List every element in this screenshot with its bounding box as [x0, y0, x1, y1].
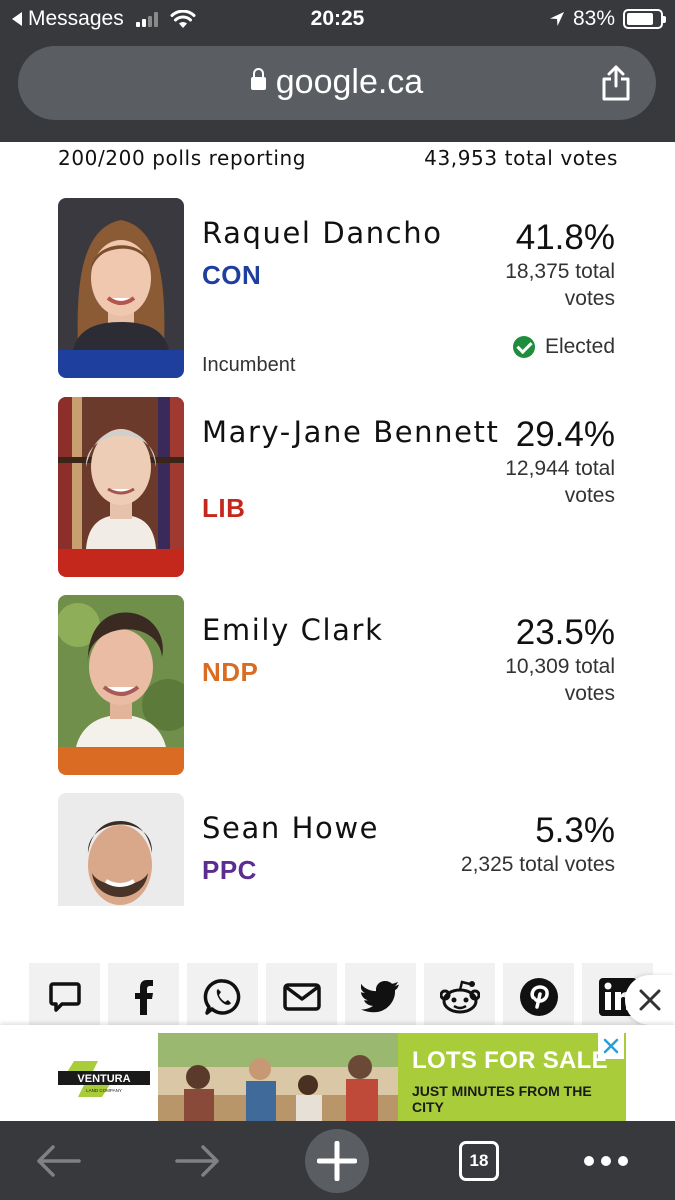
close-share-button[interactable] [625, 975, 675, 1025]
candidate-row[interactable]: Mary-Jane Bennett LIB 29.4% 12,944 total… [0, 397, 675, 577]
share-pinterest-button[interactable] [503, 963, 574, 1031]
ad-headline: LOTS FOR SALE [412, 1047, 608, 1074]
elected-label: Elected [544, 335, 615, 358]
share-whatsapp-button[interactable] [187, 963, 258, 1031]
candidate-votes: 10,309 total votes [505, 655, 615, 705]
candidate-photo [58, 198, 184, 378]
poll-summary: 200/200 polls reporting 43,953 total vot… [58, 146, 618, 172]
ad-brand-sub: LAND COMPANY [86, 1088, 122, 1093]
candidate-party: CON [202, 260, 262, 290]
new-tab-button[interactable] [305, 1121, 369, 1200]
candidate-name: Emily Clark [202, 613, 384, 647]
party-color-bar [58, 549, 184, 577]
facebook-icon [134, 980, 153, 1015]
reddit-icon [439, 980, 480, 1014]
candidate-percent: 23.5% [515, 613, 615, 652]
total-votes: 43,953 total votes [424, 146, 618, 170]
candidate-party: NDP [202, 657, 259, 687]
polls-reporting: 200/200 polls reporting [58, 146, 307, 170]
location-arrow-icon [549, 12, 564, 26]
portrait-sean-howe [58, 793, 184, 906]
status-bar: Messages 20:25 83% [0, 0, 675, 38]
sms-icon [48, 982, 81, 1012]
candidate-votes: 18,375 total votes [505, 260, 615, 310]
candidate-row[interactable]: Sean Howe PPC 5.3% 2,325 total votes [0, 793, 675, 907]
ad-brand: VENTURA [77, 1073, 130, 1085]
candidate-name: Mary-Jane Bennett [202, 415, 500, 449]
candidate-photo [58, 793, 184, 906]
tab-count: 18 [459, 1140, 499, 1181]
candidate-party: PPC [202, 855, 257, 885]
close-icon [639, 989, 661, 1011]
portrait-raquel-dancho [58, 198, 184, 378]
portrait-emily-clark [58, 595, 184, 775]
candidate-percent: 29.4% [515, 415, 615, 454]
lock-icon [250, 68, 266, 90]
tab-switcher-button[interactable]: 18 [456, 1121, 502, 1200]
pinterest-icon [519, 978, 558, 1016]
arrow-right-icon [175, 1144, 219, 1177]
incumbent-label: Incumbent [202, 354, 296, 376]
browser-toolbar: 18 [0, 1121, 675, 1200]
more-dots-icon [584, 1155, 628, 1166]
email-icon [282, 983, 321, 1011]
candidate-photo [58, 595, 184, 775]
battery-percent: 83% [572, 7, 615, 30]
party-color-bar [58, 747, 184, 775]
portrait-mary-jane-bennett [58, 397, 184, 577]
share-reddit-button[interactable] [424, 963, 495, 1031]
elected-status: Elected [512, 335, 615, 359]
url-text: google.ca [275, 63, 424, 101]
candidate-photo [58, 397, 184, 577]
ad-close-button[interactable] [598, 1033, 624, 1059]
plus-icon [317, 1140, 357, 1181]
candidate-name: Raquel Dancho [202, 216, 443, 250]
back-button[interactable] [30, 1121, 86, 1200]
arrow-left-icon [37, 1144, 81, 1177]
twitter-icon [360, 981, 399, 1013]
share-facebook-button[interactable] [108, 963, 179, 1031]
ad-banner[interactable]: VENTURA LAND COMPANY LOTS FOR SALE JUST … [0, 1025, 675, 1121]
ad-photo [158, 1033, 398, 1121]
party-color-bar [58, 350, 184, 378]
candidate-percent: 5.3% [535, 811, 615, 850]
share-email-button[interactable] [266, 963, 337, 1031]
share-sms-button[interactable] [29, 963, 100, 1031]
more-menu-button[interactable] [580, 1121, 632, 1200]
share-bar [29, 963, 675, 1031]
battery-icon [623, 9, 666, 29]
candidate-party: LIB [202, 493, 246, 523]
candidate-votes: 2,325 total votes [460, 853, 615, 876]
whatsapp-icon [203, 979, 240, 1015]
ad-text-panel: LOTS FOR SALE JUST MINUTES FROM THE CITY [398, 1033, 626, 1121]
share-icon[interactable] [600, 64, 632, 102]
address-bar[interactable]: google.ca [18, 46, 656, 120]
forward-button[interactable] [170, 1121, 226, 1200]
ad-subline: JUST MINUTES FROM THE CITY [412, 1083, 592, 1115]
candidate-row[interactable]: Emily Clark NDP 23.5% 10,309 total votes [0, 595, 675, 775]
check-circle-icon [512, 336, 535, 358]
ventura-logo: VENTURA LAND COMPANY [58, 1061, 150, 1097]
candidate-row[interactable]: Raquel Dancho CON 41.8% 18,375 total vot… [0, 198, 675, 380]
candidate-name: Sean Howe [202, 811, 380, 845]
close-icon [603, 1038, 619, 1054]
candidate-votes: 12,944 total votes [505, 457, 615, 507]
browser-top-chrome: Messages 20:25 83% google.ca [0, 0, 675, 142]
share-twitter-button[interactable] [345, 963, 416, 1031]
candidate-percent: 41.8% [515, 218, 615, 257]
